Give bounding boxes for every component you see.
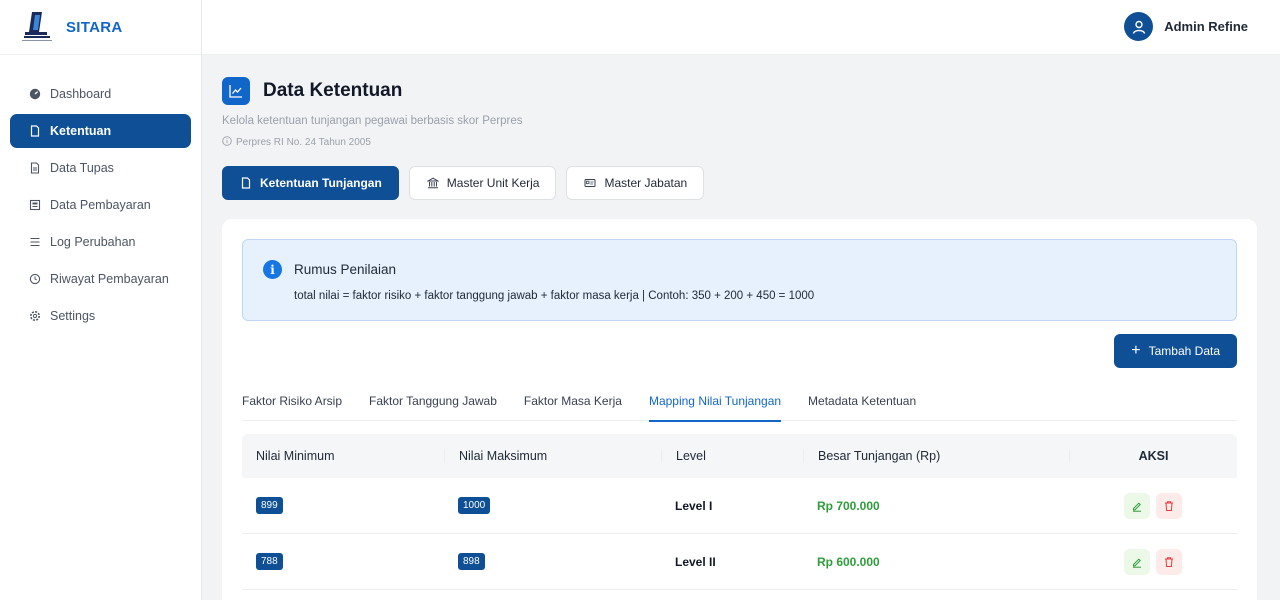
tab-faktor-tanggung-jawab[interactable]: Faktor Tanggung Jawab <box>369 383 497 421</box>
cell-actions <box>1069 548 1237 575</box>
list-icon <box>29 236 41 248</box>
sidebar-item-ketentuan[interactable]: Ketentuan <box>10 114 191 148</box>
user-avatar-icon[interactable] <box>1124 12 1154 41</box>
reference-text: Perpres RI No. 24 Tahun 2005 <box>236 137 371 148</box>
cell-amount: Rp 700.000 <box>817 498 880 513</box>
brand[interactable]: SITARA <box>0 0 201 55</box>
pencil-icon <box>1133 501 1141 512</box>
sidebar: SITARA Dashboard Ketentuan Data Tupas Da… <box>0 0 202 600</box>
sidebar-item-data-pembayaran[interactable]: Data Pembayaran <box>10 188 191 222</box>
anri-logo <box>18 10 58 44</box>
formula-info-box: i Rumus Penilaian total nilai = faktor r… <box>242 239 1237 321</box>
mapping-table: Nilai Minimum Nilai Maksimum Level Besar… <box>242 434 1237 590</box>
max-value-chip: 1000 <box>458 497 491 514</box>
column-header-nilai-maksimum[interactable]: Nilai Maksimum <box>444 449 661 463</box>
sidebar-item-riwayat-pembayaran[interactable]: Riwayat Pembayaran <box>10 262 191 296</box>
info-text: total nilai = faktor risiko + faktor tan… <box>294 290 815 302</box>
tab-metadata-ketentuan[interactable]: Metadata Ketentuan <box>808 383 916 421</box>
trash-icon <box>1165 556 1173 567</box>
min-value-chip: 899 <box>256 497 283 514</box>
cell-level: Level I <box>675 498 713 513</box>
page-title: Data Ketentuan <box>263 80 403 101</box>
tab-label: Ketentuan Tunjangan <box>260 176 382 190</box>
page-subtitle: Kelola ketentuan tunjangan pegawai berba… <box>222 115 523 127</box>
gear-icon <box>29 310 41 322</box>
sidebar-item-label: Ketentuan <box>50 124 112 138</box>
delete-button[interactable] <box>1156 492 1182 519</box>
calculator-icon <box>29 199 41 211</box>
sidebar-item-log-perubahan[interactable]: Log Perubahan <box>10 225 191 259</box>
edit-button[interactable] <box>1124 548 1150 575</box>
cell-max: 898 <box>444 553 661 570</box>
cell-min: 788 <box>242 553 444 570</box>
min-value-chip: 788 <box>256 553 283 570</box>
main-content: Data Ketentuan Kelola ketentuan tunjanga… <box>202 55 1280 600</box>
bank-icon <box>426 177 439 189</box>
file-icon <box>29 125 41 137</box>
chart-line-icon <box>222 77 250 105</box>
sidebar-item-settings[interactable]: Settings <box>10 299 191 333</box>
add-data-button[interactable]: + Tambah Data <box>1114 334 1237 368</box>
column-header-nilai-minimum[interactable]: Nilai Minimum <box>242 449 444 463</box>
edit-button[interactable] <box>1124 492 1150 519</box>
tab-master-jabatan[interactable]: Master Jabatan <box>566 166 705 200</box>
reference-note: Perpres RI No. 24 Tahun 2005 <box>222 136 522 149</box>
tab-faktor-risiko-arsip[interactable]: Faktor Risiko Arsip <box>242 383 342 421</box>
cell-actions <box>1069 492 1237 519</box>
cell-level: Level II <box>675 554 716 569</box>
sidebar-item-dashboard[interactable]: Dashboard <box>10 77 191 111</box>
sidebar-item-label: Log Perubahan <box>50 235 136 249</box>
cell-amount: Rp 600.000 <box>817 554 880 569</box>
column-header-besar-tunjangan[interactable]: Besar Tunjangan (Rp) <box>803 449 1069 463</box>
history-icon <box>29 273 41 285</box>
brand-name: SITARA <box>66 18 123 36</box>
document-icon <box>29 162 41 174</box>
sidebar-item-data-tupas[interactable]: Data Tupas <box>10 151 191 185</box>
plus-icon: + <box>1131 342 1141 359</box>
tab-master-unit-kerja[interactable]: Master Unit Kerja <box>408 166 557 200</box>
info-circle-icon <box>222 136 232 149</box>
pencil-icon <box>1133 557 1141 568</box>
file-icon <box>240 177 252 189</box>
id-card-icon <box>584 177 596 189</box>
topbar: Admin Refine <box>202 0 1280 55</box>
max-value-chip: 898 <box>458 553 485 570</box>
tab-mapping-nilai-tunjangan[interactable]: Mapping Nilai Tunjangan <box>648 383 782 422</box>
title-row: Data Ketentuan <box>222 77 522 105</box>
cell-min: 899 <box>242 497 444 514</box>
table-row: 788 898 Level II Rp 600.000 <box>242 534 1237 590</box>
content-card: i Rumus Penilaian total nilai = faktor r… <box>222 219 1257 600</box>
table-row: 899 1000 Level I Rp 700.000 <box>242 478 1237 534</box>
sidebar-item-label: Settings <box>50 309 96 323</box>
info-icon: i <box>263 260 282 279</box>
tab-faktor-masa-kerja[interactable]: Faktor Masa Kerja <box>524 383 622 421</box>
column-header-level[interactable]: Level <box>661 449 803 463</box>
table-header: Nilai Minimum Nilai Maksimum Level Besar… <box>242 434 1237 478</box>
info-title: Rumus Penilaian <box>294 262 397 277</box>
sidebar-item-label: Data Tupas <box>50 161 114 175</box>
dashboard-icon <box>29 88 41 100</box>
sidebar-nav: Dashboard Ketentuan Data Tupas Data Pemb… <box>0 55 201 333</box>
tab-label: Master Jabatan <box>604 176 688 190</box>
sidebar-item-label: Riwayat Pembayaran <box>50 272 169 286</box>
trash-icon <box>1165 500 1173 511</box>
page-header: Data Ketentuan Kelola ketentuan tunjanga… <box>222 77 522 149</box>
top-tabs: Ketentuan Tunjangan Master Unit Kerja Ma… <box>222 166 714 200</box>
tab-label: Master Unit Kerja <box>446 176 540 190</box>
sidebar-item-label: Data Pembayaran <box>50 198 151 212</box>
column-header-aksi: AKSI <box>1069 449 1237 463</box>
user-name[interactable]: Admin Refine <box>1164 19 1248 34</box>
delete-button[interactable] <box>1156 548 1182 575</box>
cell-max: 1000 <box>444 497 661 514</box>
tab-ketentuan-tunjangan[interactable]: Ketentuan Tunjangan <box>222 166 399 200</box>
add-data-label: Tambah Data <box>1148 344 1220 358</box>
sub-tabs: Faktor Risiko Arsip Faktor Tanggung Jawa… <box>242 383 1237 422</box>
sidebar-item-label: Dashboard <box>50 87 112 101</box>
user-menu[interactable]: Admin Refine <box>1124 12 1248 41</box>
